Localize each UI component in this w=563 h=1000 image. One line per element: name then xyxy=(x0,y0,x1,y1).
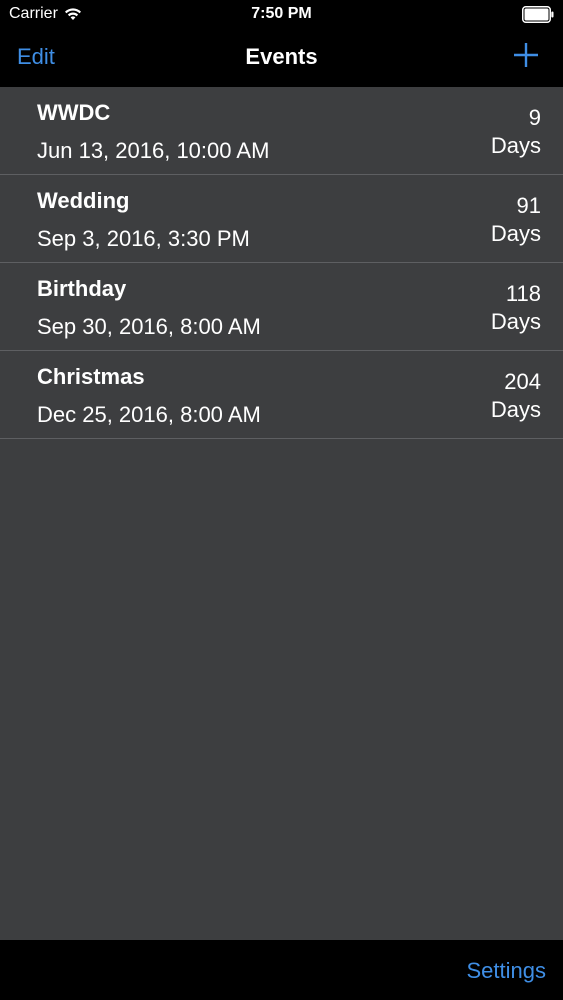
navigation-bar: Edit Events xyxy=(0,30,563,87)
event-days-unit: Days xyxy=(490,309,541,334)
event-title: WWDC xyxy=(37,100,111,125)
event-days-unit: Days xyxy=(490,221,541,246)
battery-icon xyxy=(522,6,554,23)
event-days-count: 9 xyxy=(528,105,541,130)
status-time: 7:50 PM xyxy=(251,5,312,22)
bottom-toolbar: Settings xyxy=(0,940,563,1000)
event-title: Christmas xyxy=(37,364,145,389)
event-date: Sep 3, 2016, 3:30 PM xyxy=(37,226,250,251)
event-list: WWDC Jun 13, 2016, 10:00 AM 9 Days Weddi… xyxy=(0,87,563,439)
event-row[interactable]: Birthday Sep 30, 2016, 8:00 AM 118 Days xyxy=(0,263,563,351)
event-row[interactable]: Wedding Sep 3, 2016, 3:30 PM 91 Days xyxy=(0,175,563,263)
settings-button[interactable]: Settings xyxy=(467,958,547,984)
event-days-count: 91 xyxy=(516,193,541,218)
event-title: Birthday xyxy=(37,276,127,301)
plus-icon[interactable] xyxy=(513,42,539,68)
event-days-unit: Days xyxy=(490,133,541,158)
event-row[interactable]: Christmas Dec 25, 2016, 8:00 AM 204 Days xyxy=(0,351,563,439)
event-days-count: 204 xyxy=(504,369,541,394)
event-date: Sep 30, 2016, 8:00 AM xyxy=(37,314,261,339)
screen: Carrier 7:50 PM Edit Events WWDC Jun 13,… xyxy=(0,0,563,1000)
event-days-count: 118 xyxy=(505,281,541,306)
event-row[interactable]: WWDC Jun 13, 2016, 10:00 AM 9 Days xyxy=(0,87,563,175)
event-title: Wedding xyxy=(37,188,130,213)
status-bar: Carrier 7:50 PM xyxy=(0,0,563,30)
event-date: Dec 25, 2016, 8:00 AM xyxy=(37,402,261,427)
page-title: Events xyxy=(245,44,318,69)
event-date: Jun 13, 2016, 10:00 AM xyxy=(37,138,270,163)
event-days-unit: Days xyxy=(490,397,541,422)
